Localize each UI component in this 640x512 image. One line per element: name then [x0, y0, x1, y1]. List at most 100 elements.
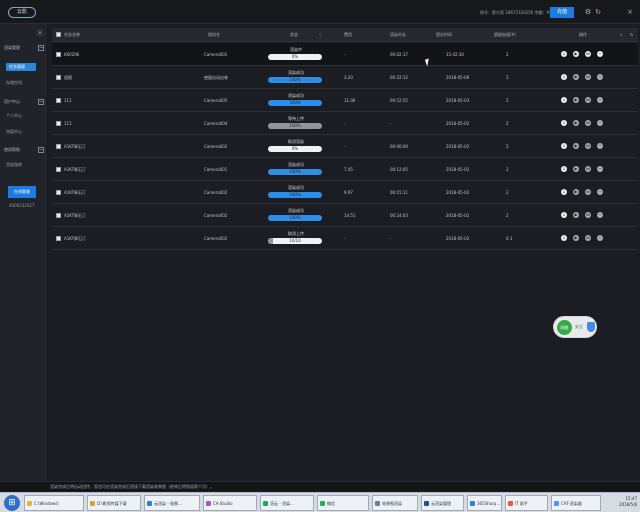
play-icon[interactable]: ▶: [573, 97, 579, 103]
sidebar-item-task-management[interactable]: 任务管理: [6, 63, 36, 71]
share-icon[interactable]: ⋈: [585, 51, 591, 57]
system-clock[interactable]: 15:47 2018/5/8: [607, 496, 637, 508]
download-icon[interactable]: ↓: [561, 212, 567, 218]
progress-label: 100%: [289, 123, 301, 128]
camera-name: Camera005: [204, 98, 228, 103]
collapse-sidebar-icon[interactable]: «: [36, 29, 44, 37]
download-icon[interactable]: ↓: [561, 235, 567, 241]
progress-label: 100%: [289, 77, 301, 82]
download-icon[interactable]: ↓: [561, 97, 567, 103]
share-icon[interactable]: ⋈: [585, 143, 591, 149]
sidebar-group-render-management[interactable]: 渲染管理 −: [4, 43, 44, 53]
refresh-icon[interactable]: ↻: [630, 28, 633, 42]
sidebar-item-guide[interactable]: 渲染指南: [6, 161, 36, 169]
taskbar-app-3[interactable]: 云渲染 - 效果...: [144, 495, 200, 511]
play-icon[interactable]: ▶: [573, 120, 579, 126]
taskbar-app-10[interactable]: IT 助手: [505, 495, 548, 511]
delete-icon[interactable]: −: [597, 120, 603, 126]
delete-icon[interactable]: −: [597, 235, 603, 241]
recharge-button[interactable]: 充值: [550, 7, 574, 18]
row-checkbox[interactable]: [56, 213, 61, 218]
taskbar-app-4[interactable]: CA-Studio: [203, 495, 257, 511]
search-icon[interactable]: ⌕: [620, 28, 622, 42]
gear-icon[interactable]: ⚙: [584, 8, 592, 16]
sidebar-group-user-center[interactable]: 用户中心 −: [4, 97, 44, 107]
delete-icon[interactable]: −: [597, 212, 603, 218]
submit-time: 2018-05-03: [446, 98, 470, 103]
share-icon[interactable]: ⋈: [585, 166, 591, 172]
close-icon[interactable]: ×: [626, 8, 634, 16]
select-all-checkbox[interactable]: [56, 32, 61, 37]
share-icon[interactable]: ⋈: [585, 74, 591, 80]
delete-icon[interactable]: −: [597, 143, 603, 149]
row-checkbox[interactable]: [56, 52, 61, 57]
delete-icon[interactable]: −: [597, 74, 603, 80]
share-icon[interactable]: ⋈: [585, 212, 591, 218]
fee: 7.45: [344, 167, 353, 172]
taskbar-app-7[interactable]: 效果图渲染: [372, 495, 418, 511]
camera-name: Camera002: [204, 190, 228, 195]
sidebar-item-storage[interactable]: 存储空间: [6, 79, 36, 87]
sidebar-group-help[interactable]: 使用帮助 −: [4, 145, 44, 155]
header-camera: 相机名: [208, 32, 220, 37]
taskbar-app-1[interactable]: C:\Windows\: [24, 495, 84, 511]
taskbar-app-5[interactable]: 渲云 - 渲染...: [260, 495, 314, 511]
header-status: 状态: [290, 32, 298, 37]
row-checkbox[interactable]: [56, 144, 61, 149]
taskbar-app-11[interactable]: CAT-渲染器: [551, 495, 601, 511]
row-checkbox[interactable]: [56, 167, 61, 172]
download-icon[interactable]: ↓: [561, 51, 567, 57]
network-security-widget[interactable]: 网络 安全: [553, 316, 597, 338]
taskbar-app-9[interactable]: 365Sharp...: [467, 495, 502, 511]
table-row[interactable]: 111 Camera004 - - 2018-05-02 2 等待上传 100% ↓ ▶ ⋈ −: [52, 112, 638, 135]
taskbar-app-6[interactable]: 微信: [317, 495, 369, 511]
row-checkbox[interactable]: [56, 121, 61, 126]
play-icon[interactable]: ▶: [573, 212, 579, 218]
table-row[interactable]: A1KT辉石汀 Camera002 14.51 00:24:03 2018-05-02 2…: [52, 204, 638, 227]
table-row[interactable]: 组图 使窗自动出卷 3.20 00:22:12 2018-05-06 2 渲染成功 100% ↓…: [52, 66, 638, 89]
table-row[interactable]: 111 Camera005 11.06 00:52:55 2018-05-03 2 渲染成功…: [52, 89, 638, 112]
table-row[interactable]: A1KT辉石汀 Camera002 - - 2018-05-02 0.1 取消上传 10/10…: [52, 227, 638, 250]
play-icon[interactable]: ▶: [573, 189, 579, 195]
table-row[interactable]: K60296 Camera001 - 00:02:17 15:42:30 2 渲染中 0% ↓ ▶…: [52, 43, 638, 66]
download-icon[interactable]: ↓: [561, 74, 567, 80]
row-checkbox[interactable]: [56, 75, 61, 80]
group-toggle-icon[interactable]: −: [38, 147, 44, 153]
start-button-icon[interactable]: ⊞: [4, 495, 20, 511]
table-row[interactable]: A1KT辉石汀 Camera002 - 00:00:00 2018-05-02 2 取消渲染…: [52, 135, 638, 158]
delete-icon[interactable]: −: [597, 189, 603, 195]
header-operations: 操作: [579, 32, 587, 37]
play-icon[interactable]: ▶: [573, 51, 579, 57]
row-checkbox[interactable]: [56, 190, 61, 195]
table-row[interactable]: A1KT辉石汀 Camera001 7.45 00:12:05 2018-05-02 2 渲…: [52, 158, 638, 181]
online-service-button[interactable]: 在线客服: [8, 186, 36, 198]
sidebar-item-recharge[interactable]: 充值中心: [6, 128, 36, 136]
download-icon[interactable]: ↓: [561, 120, 567, 126]
download-icon[interactable]: ↓: [561, 143, 567, 149]
play-icon[interactable]: ▶: [573, 74, 579, 80]
share-icon[interactable]: ⋈: [585, 189, 591, 195]
play-icon[interactable]: ▶: [573, 235, 579, 241]
group-toggle-icon[interactable]: −: [38, 99, 44, 105]
table-row[interactable]: A1KT辉石汀 Camera002 9.97 00:15:11 2018-05-02 2 渲…: [52, 181, 638, 204]
delete-icon[interactable]: −: [597, 97, 603, 103]
download-icon[interactable]: ↓: [561, 166, 567, 172]
row-checkbox[interactable]: [56, 98, 61, 103]
refresh-icon[interactable]: ↻: [594, 8, 602, 16]
play-icon[interactable]: ▶: [573, 166, 579, 172]
delete-icon[interactable]: −: [597, 166, 603, 172]
sidebar-item-profile[interactable]: 个人中心: [6, 112, 36, 120]
taskbar-app-2[interactable]: D:\影视传媒下载: [87, 495, 141, 511]
row-operations: ↓ ▶ ⋈ −: [561, 120, 605, 127]
delete-icon[interactable]: −: [597, 51, 603, 57]
share-icon[interactable]: ⋈: [585, 120, 591, 126]
taskbar-app-8[interactable]: 云渲染管理: [421, 495, 464, 511]
share-icon[interactable]: ⋈: [585, 97, 591, 103]
row-checkbox[interactable]: [56, 236, 61, 241]
share-icon[interactable]: ⋈: [585, 235, 591, 241]
filter-icon[interactable]: ▽: [319, 28, 322, 42]
progress-label: 0%: [291, 54, 299, 59]
download-icon[interactable]: ↓: [561, 189, 567, 195]
play-icon[interactable]: ▶: [573, 143, 579, 149]
group-toggle-icon[interactable]: −: [38, 45, 44, 51]
